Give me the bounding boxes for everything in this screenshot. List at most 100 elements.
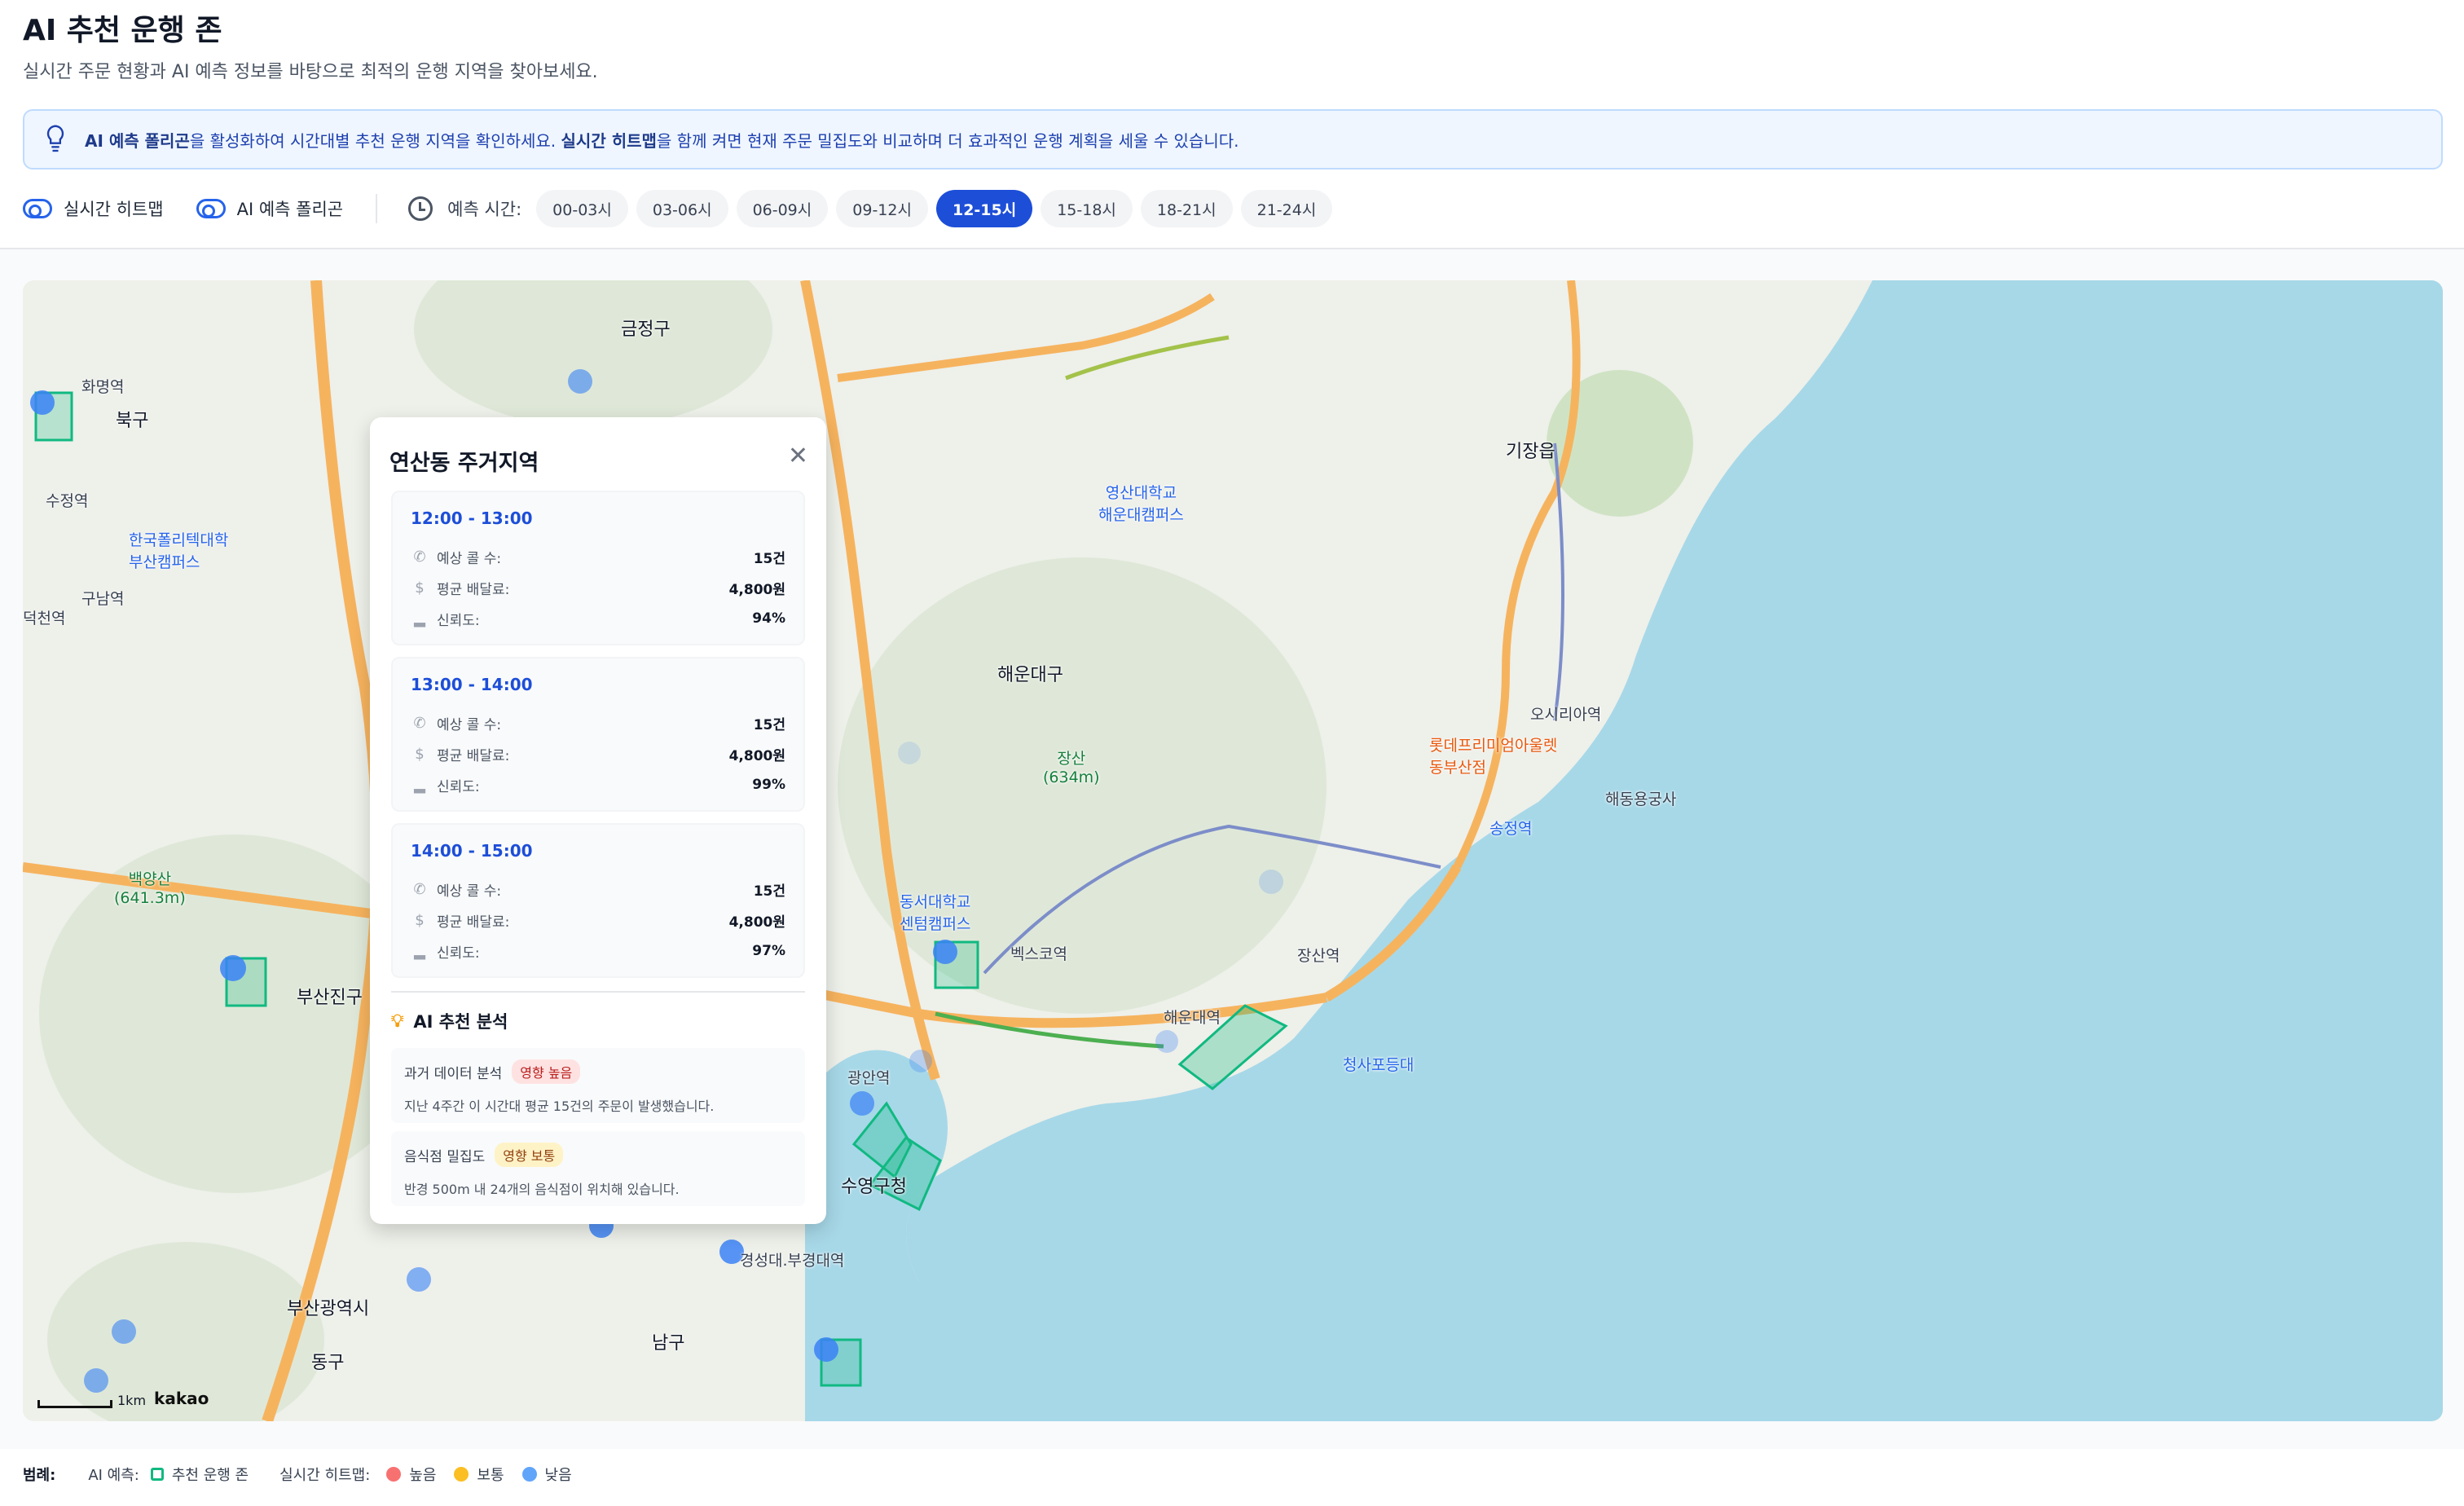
calls-value: 15건 (753, 883, 785, 900)
legend-ai-zone: 추천 운행 존 (150, 1464, 249, 1485)
dollar-icon: $ (415, 579, 425, 597)
phone-icon: ✆ (413, 880, 426, 898)
time-chip[interactable]: 06-09시 (736, 190, 829, 227)
heatmap-toggle[interactable]: 실시간 히트맵 (23, 196, 164, 221)
time-chip[interactable]: 09-12시 (836, 190, 928, 227)
popup-title: 연산동 주거지역 (389, 451, 539, 476)
legend-zone-label: 추천 운행 존 (171, 1467, 249, 1484)
phone-icon: ✆ (413, 548, 426, 566)
slot-row-fee: $ 평균 배달료: 4,800원 (411, 738, 785, 769)
toggle-switch-icon (196, 199, 226, 218)
confidence-value: 99% (752, 777, 785, 793)
map-label-nam: 남구 (652, 1333, 685, 1354)
confidence-label: 신뢰도: (437, 778, 480, 795)
map-label-yeongsan-univ: 영산대학교 해운대캠퍼스 (1098, 484, 1184, 524)
banner-strong-heatmap: 실시간 히트맵 (561, 130, 657, 151)
slot-row-fee: $ 평균 배달료: 4,800원 (411, 905, 785, 936)
confidence-label: 신뢰도: (437, 612, 480, 629)
map-label-gwangan: 광안역 (847, 1069, 891, 1087)
slot-row-calls: ✆ 예상 콜 수: 15건 (411, 874, 785, 905)
map-label-dong: 동구 (311, 1353, 345, 1373)
slot-row-calls: ✆ 예상 콜 수: 15건 (411, 541, 785, 572)
confidence-label: 신뢰도: (437, 945, 480, 962)
confidence-value: 97% (752, 943, 785, 959)
time-chip[interactable]: 00-03시 (536, 190, 628, 227)
low-dot-icon (521, 1467, 537, 1482)
info-banner: AI 예측 폴리곤을 활성화하여 시간대별 추천 운행 지역을 확인하세요. 실… (23, 109, 2443, 170)
polygon-toggle[interactable]: AI 예측 폴리곤 (196, 196, 343, 221)
zone-swatch-icon (150, 1468, 164, 1481)
signal-icon: ▂ (414, 776, 425, 794)
banner-text-1: 을 활성화하여 시간대별 추천 운행 지역을 확인하세요. (189, 130, 561, 151)
signal-icon: ▂ (414, 942, 425, 960)
map-view[interactable]: 금정구 북구 해운대구 기장읍 부산진구 부산광역시 동구 남구 수영구청 영산… (23, 280, 2443, 1421)
calls-value: 15건 (753, 716, 785, 733)
legend-title: 범례: (23, 1467, 56, 1484)
map-label-gunam: 구남역 (81, 590, 125, 608)
slot-row-confidence: ▂ 신뢰도: 99% (411, 769, 785, 800)
map-label-haeundae-station: 해운대역 (1164, 1009, 1221, 1027)
controls-bar: 실시간 히트맵 AI 예측 폴리곤 예측 시간: 00-03시 03-06시 0… (23, 186, 1340, 231)
legend-heat-label: 실시간 히트맵: (279, 1467, 371, 1484)
toggle-switch-icon (23, 199, 52, 218)
phone-icon: ✆ (413, 714, 426, 732)
map-label-hwamyeong: 화명역 (81, 378, 125, 396)
calls-label: 예상 콜 수: (437, 550, 502, 567)
slot-time: 13:00 - 14:00 (411, 675, 533, 694)
high-dot-icon (386, 1467, 402, 1482)
legend: 범례: AI 예측: 추천 운행 존 실시간 히트맵: 높음 보통 낮음 (23, 1464, 590, 1485)
time-chip-active[interactable]: 12-15시 (935, 190, 1033, 227)
time-chip[interactable]: 21-24시 (1240, 190, 1333, 227)
fee-value: 4,800원 (728, 914, 785, 931)
close-icon[interactable]: ✕ (788, 442, 808, 470)
time-slot-card: 13:00 - 14:00 ✆ 예상 콜 수: 15건 $ 평균 배달료: 4,800원… (391, 657, 805, 812)
dollar-icon: $ (415, 745, 425, 763)
fee-label: 평균 배달료: (437, 914, 510, 931)
calls-label: 예상 콜 수: (437, 883, 502, 900)
scale-bar (37, 1400, 112, 1408)
map-label-bexco: 벡스코역 (1010, 945, 1067, 963)
lightbulb-icon: 💡︎ (391, 1011, 404, 1032)
time-label: 예측 시간: (447, 200, 522, 219)
fee-label: 평균 배달료: (437, 747, 510, 764)
analysis-name: 음식점 밀집도 (404, 1148, 486, 1165)
dollar-icon: $ (415, 911, 425, 929)
map-label-lotte: 롯데프리미엄아울렛 동부산점 (1429, 737, 1558, 777)
slot-row-confidence: ▂ 신뢰도: 97% (411, 936, 785, 967)
map-label-jangsan-station: 장산역 (1297, 947, 1340, 965)
map-scale: 1km kakao (37, 1389, 209, 1408)
analysis-card: 과거 데이터 분석 영향 높음 지난 4주간 이 시간대 평균 15건의 주문이 … (391, 1048, 805, 1123)
clock-icon (408, 196, 433, 221)
time-chip[interactable]: 18-21시 (1140, 190, 1233, 227)
fee-value: 4,800원 (728, 581, 785, 598)
slot-row-fee: $ 평균 배달료: 4,800원 (411, 572, 785, 603)
slot-row-calls: ✆ 예상 콜 수: 15건 (411, 707, 785, 738)
map-label-jangsan: 장산 (634m) (1043, 750, 1100, 786)
time-slot-card: 14:00 - 15:00 ✆ 예상 콜 수: 15건 $ 평균 배달료: 4,800원… (391, 823, 805, 978)
fee-value: 4,800원 (728, 747, 785, 764)
banner-text: AI 예측 폴리곤을 활성화하여 시간대별 추천 운행 지역을 확인하세요. 실… (85, 128, 1239, 152)
map-label-busanjin: 부산진구 (297, 988, 363, 1008)
map-label-osiria: 오시리아역 (1530, 706, 1602, 724)
legend-low: 낮음 (521, 1464, 572, 1485)
time-chip[interactable]: 03-06시 (636, 190, 728, 227)
time-chip[interactable]: 15-18시 (1041, 190, 1133, 227)
map-label-baekyang: 백양산 (641.3m) (114, 870, 186, 907)
analysis-divider (391, 991, 805, 993)
legend-high-label: 높음 (409, 1467, 437, 1484)
scale-label: 1km (117, 1393, 147, 1408)
signal-icon: ▂ (414, 610, 425, 628)
map-label-haeundae: 해운대구 (997, 665, 1063, 685)
time-chips: 00-03시 03-06시 06-09시 09-12시 12-15시 15-18… (536, 190, 1340, 227)
impact-badge: 영향 높음 (512, 1059, 581, 1084)
calls-value: 15건 (753, 550, 785, 567)
map-label-gijang: 기장읍 (1506, 442, 1555, 462)
divider (376, 194, 378, 223)
map-label-kyungsung: 경성대.부경대역 (740, 1252, 845, 1270)
time-slot-card: 12:00 - 13:00 ✆ 예상 콜 수: 15건 $ 평균 배달료: 4,800원… (391, 491, 805, 645)
calls-label: 예상 콜 수: (437, 716, 502, 733)
map-label-yonggungsa: 해동용궁사 (1605, 790, 1677, 808)
legend-low-label: 낮음 (544, 1467, 572, 1484)
map-label-deokcheon: 덕천역 (23, 610, 66, 628)
analysis-name: 과거 데이터 분석 (404, 1065, 503, 1082)
